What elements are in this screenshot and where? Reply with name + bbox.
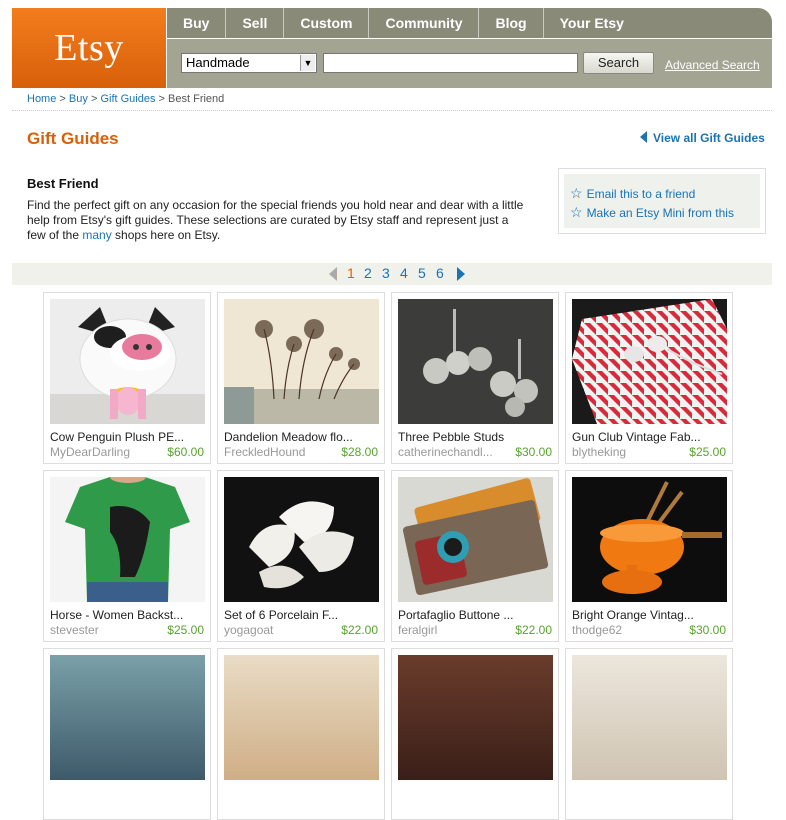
- listing-image-horse-tee[interactable]: [50, 477, 205, 602]
- etsy-logo[interactable]: Etsy: [12, 8, 166, 88]
- listing-image-pebble-studs[interactable]: [398, 299, 553, 424]
- listing-price: $25.00: [689, 445, 726, 459]
- breadcrumb: Home > Buy > Gift Guides > Best Friend: [27, 93, 224, 105]
- search-button[interactable]: Search: [583, 52, 654, 74]
- listing-card[interactable]: Bright Orange Vintag... thodge62 $30.00: [565, 470, 733, 642]
- listing-title[interactable]: Bright Orange Vintag...: [572, 608, 694, 622]
- listing-image[interactable]: [572, 655, 727, 780]
- page-2[interactable]: 2: [364, 265, 372, 281]
- listing-image-dandelion[interactable]: [224, 299, 379, 424]
- listing-card[interactable]: Cow Penguin Plush PE... MyDearDarling $6…: [43, 292, 211, 464]
- breadcrumb-separator: >: [90, 93, 98, 105]
- breadcrumb-separator: >: [158, 93, 165, 105]
- breadcrumb-home[interactable]: Home: [27, 93, 56, 105]
- nav-tab-buy[interactable]: Buy: [167, 8, 227, 38]
- listing-image-orange-fondue[interactable]: [572, 477, 727, 602]
- listing-image-portafaglio[interactable]: [398, 477, 553, 602]
- section-title: Best Friend: [27, 176, 99, 191]
- etsy-mini-link[interactable]: ☆ Make an Etsy Mini from this: [570, 204, 734, 221]
- listing-shop[interactable]: blytheking: [572, 445, 626, 459]
- page-5[interactable]: 5: [418, 265, 426, 281]
- listing-title[interactable]: Portafaglio Buttone ...: [398, 608, 513, 622]
- category-select-value: Handmade: [186, 55, 250, 70]
- listing-card[interactable]: Horse - Women Backst... stevester $25.00: [43, 470, 211, 642]
- view-all-label: View all Gift Guides: [653, 131, 765, 145]
- listing-image-porcelain-fortune[interactable]: [224, 477, 379, 602]
- listing-card[interactable]: Portafaglio Buttone ... feralgirl $22.00: [391, 470, 559, 642]
- listing-price: $30.00: [689, 623, 726, 637]
- search-input[interactable]: [323, 53, 578, 73]
- listing-title[interactable]: Cow Penguin Plush PE...: [50, 430, 184, 444]
- etsy-mini-label: Make an Etsy Mini from this: [586, 206, 734, 220]
- many-shops-link[interactable]: many: [82, 228, 111, 242]
- listing-card[interactable]: Set of 6 Porcelain F... yogagoat $22.00: [217, 470, 385, 642]
- listing-title[interactable]: Set of 6 Porcelain F...: [224, 608, 338, 622]
- listing-shop[interactable]: thodge62: [572, 623, 622, 637]
- main-nav: Buy Sell Custom Community Blog Your Etsy: [167, 8, 772, 38]
- page-4[interactable]: 4: [400, 265, 408, 281]
- email-friend-label: Email this to a friend: [586, 187, 696, 201]
- pagination: 1 2 3 4 5 6: [12, 263, 772, 285]
- listing-price: $60.00: [167, 445, 204, 459]
- divider: [12, 110, 772, 111]
- listing-card[interactable]: [391, 648, 559, 820]
- listing-image[interactable]: [224, 655, 379, 780]
- description: Find the perfect gift on any occasion fo…: [27, 198, 527, 243]
- nav-tab-blog[interactable]: Blog: [479, 8, 544, 38]
- nav-tab-your-etsy[interactable]: Your Etsy: [544, 8, 640, 38]
- listing-shop[interactable]: FreckledHound: [224, 445, 305, 459]
- chevron-down-icon[interactable]: ▼: [300, 55, 315, 71]
- listing-card[interactable]: Three Pebble Studs catherinechandl... $3…: [391, 292, 559, 464]
- nav-tab-community[interactable]: Community: [369, 8, 480, 38]
- email-friend-link[interactable]: ☆ Email this to a friend: [570, 185, 695, 202]
- listing-price: $25.00: [167, 623, 204, 637]
- listing-image-gun-club[interactable]: [572, 299, 727, 424]
- nav-tab-custom[interactable]: Custom: [284, 8, 370, 38]
- listing-price: $22.00: [515, 623, 552, 637]
- star-icon: ☆: [570, 204, 583, 220]
- listing-title[interactable]: Gun Club Vintage Fab...: [572, 430, 701, 444]
- page-6[interactable]: 6: [436, 265, 444, 281]
- description-text-end: shops here on Etsy.: [111, 228, 221, 242]
- page-1[interactable]: 1: [347, 265, 355, 281]
- listing-title[interactable]: Horse - Women Backst...: [50, 608, 183, 622]
- listing-shop[interactable]: yogagoat: [224, 623, 273, 637]
- share-box: ☆ Email this to a friend ☆ Make an Etsy Mi…: [558, 168, 766, 234]
- search-bar: Handmade ▼ Search Advanced Search: [167, 39, 772, 88]
- listing-shop[interactable]: catherinechandl...: [398, 445, 493, 459]
- listing-card[interactable]: Dandelion Meadow flo... FreckledHound $2…: [217, 292, 385, 464]
- listing-image[interactable]: [50, 655, 205, 780]
- category-select[interactable]: Handmade ▼: [181, 53, 317, 73]
- listing-card[interactable]: Gun Club Vintage Fab... blytheking $25.0…: [565, 292, 733, 464]
- breadcrumb-current: Best Friend: [168, 93, 225, 105]
- listing-image-cow-penguin[interactable]: [50, 299, 205, 424]
- listing-price: $28.00: [341, 445, 378, 459]
- prev-page-icon[interactable]: [329, 267, 337, 281]
- listing-title[interactable]: Three Pebble Studs: [398, 430, 504, 444]
- listing-card[interactable]: [217, 648, 385, 820]
- listing-shop[interactable]: stevester: [50, 623, 99, 637]
- listing-price: $30.00: [515, 445, 552, 459]
- listing-card[interactable]: [43, 648, 211, 820]
- breadcrumb-separator: >: [59, 93, 66, 105]
- nav-tab-sell[interactable]: Sell: [226, 8, 285, 38]
- listing-price: $22.00: [341, 623, 378, 637]
- page-3[interactable]: 3: [382, 265, 390, 281]
- breadcrumb-gift-guides[interactable]: Gift Guides: [100, 93, 155, 105]
- listing-title[interactable]: Dandelion Meadow flo...: [224, 430, 353, 444]
- breadcrumb-buy[interactable]: Buy: [69, 93, 88, 105]
- view-all-gift-guides-link[interactable]: View all Gift Guides: [640, 131, 765, 145]
- listing-card[interactable]: [565, 648, 733, 820]
- star-icon: ☆: [570, 185, 583, 201]
- arrow-left-icon: [640, 131, 647, 143]
- advanced-search-link[interactable]: Advanced Search: [665, 58, 760, 72]
- listing-shop[interactable]: MyDearDarling: [50, 445, 130, 459]
- listing-image[interactable]: [398, 655, 553, 780]
- next-page-icon[interactable]: [457, 267, 465, 281]
- page-title: Gift Guides: [27, 129, 119, 148]
- listing-shop[interactable]: feralgirl: [398, 623, 437, 637]
- share-box-inner: ☆ Email this to a friend ☆ Make an Etsy Mi…: [564, 174, 760, 228]
